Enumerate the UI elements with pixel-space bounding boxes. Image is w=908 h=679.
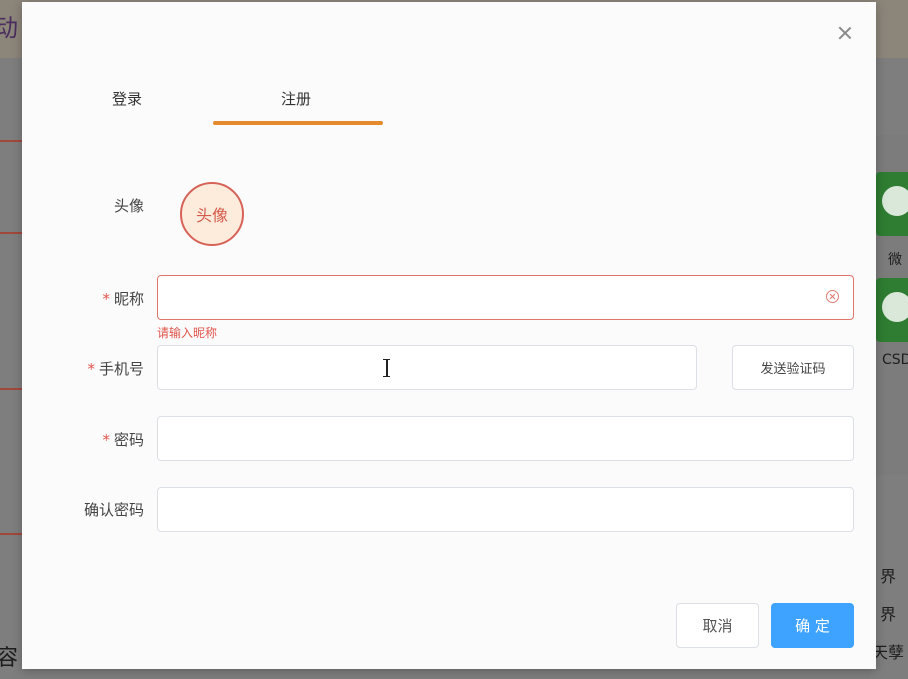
background-text: 天孽 — [872, 643, 905, 662]
phone-input[interactable] — [157, 345, 697, 390]
background-divider — [0, 232, 22, 234]
text-cursor-icon — [383, 359, 390, 377]
nickname-input[interactable] — [157, 275, 854, 320]
active-tab-indicator — [213, 121, 383, 125]
background-divider — [0, 140, 22, 142]
confirm-password-label: 确认密码 — [83, 501, 144, 519]
nickname-error: 请输入昵称 — [157, 326, 218, 340]
tab-login[interactable]: 登录 — [112, 88, 142, 109]
avatar-upload[interactable]: 头像 — [180, 182, 244, 246]
wechat-icon — [876, 278, 908, 342]
background-text: 界 — [880, 567, 897, 586]
wechat-icon — [876, 172, 908, 236]
background-text: 容 — [0, 646, 19, 671]
cancel-button[interactable]: 取消 — [676, 603, 759, 648]
password-input[interactable] — [157, 416, 854, 461]
background-text: 界 — [880, 605, 897, 624]
background-text: 微 — [888, 252, 902, 268]
required-mark: * — [87, 360, 95, 378]
register-dialog: 登录 注册 头像 头像 * 昵称 请输入昵称 * 手机号 发送验证码 * 密码 确认密… — [22, 2, 876, 669]
background-divider — [0, 533, 22, 535]
confirm-button[interactable]: 确 定 — [771, 603, 854, 648]
password-label: * 密码 — [102, 431, 144, 449]
confirm-password-input[interactable] — [157, 487, 854, 532]
required-mark: * — [102, 431, 110, 449]
tab-register[interactable]: 注册 — [281, 88, 311, 109]
clear-icon[interactable] — [826, 290, 839, 303]
send-code-button[interactable]: 发送验证码 — [732, 345, 854, 390]
nickname-label: * 昵称 — [102, 290, 144, 308]
close-icon[interactable] — [836, 24, 854, 42]
required-mark: * — [102, 290, 110, 308]
background-text: CSD — [882, 352, 908, 368]
avatar-label: 头像 — [113, 197, 144, 215]
background-divider — [0, 388, 22, 390]
avatar-placeholder: 头像 — [195, 206, 228, 225]
phone-label: * 手机号 — [87, 360, 144, 378]
background-title: 动 — [0, 14, 18, 42]
